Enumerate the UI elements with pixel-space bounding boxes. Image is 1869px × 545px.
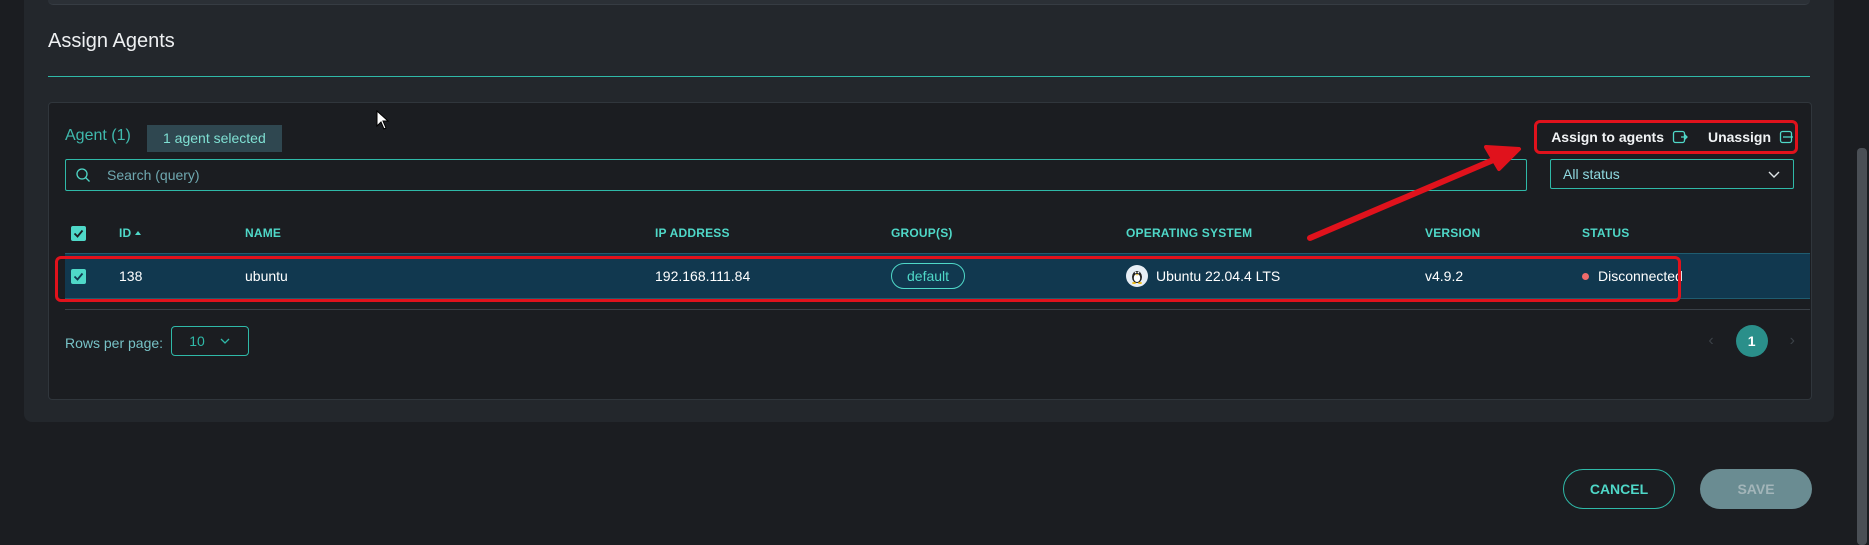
section-title: Assign Agents [48,30,175,52]
rows-per-page-value: 10 [189,333,205,349]
previous-section-edge [48,0,1810,5]
annotation-box-actions [1534,120,1798,154]
check-icon [73,229,84,238]
chevron-down-icon [1768,171,1780,178]
next-page-icon[interactable]: › [1790,332,1795,350]
rows-per-page-select[interactable]: 10 [171,326,249,356]
page-button-current[interactable]: 1 [1735,325,1768,357]
search-field[interactable] [65,159,1527,191]
table-header-row: ID NAME IP ADDRESS GROUP(S) OPERATING SY… [65,213,1810,253]
pagination: ‹ 1 › [1708,325,1795,357]
column-header-status[interactable]: STATUS [1582,213,1629,253]
save-button[interactable]: SAVE [1700,469,1812,509]
column-header-os[interactable]: OPERATING SYSTEM [1126,213,1252,253]
table-bottom-divider [65,309,1810,310]
column-header-ip[interactable]: IP ADDRESS [655,213,730,253]
sort-ascending-icon [135,231,142,235]
select-all-cell [71,213,86,253]
agent-count-tab[interactable]: Agent (1) [65,127,131,145]
status-filter-value: All status [1563,166,1620,182]
select-all-checkbox[interactable] [71,225,86,241]
mouse-cursor-icon [376,110,390,130]
status-filter-select[interactable]: All status [1550,159,1794,189]
column-header-groups[interactable]: GROUP(S) [891,213,953,253]
page-scrollbar[interactable] [1857,148,1867,545]
cancel-button[interactable]: CANCEL [1563,469,1675,509]
column-header-version[interactable]: VERSION [1425,213,1480,253]
column-header-id[interactable]: ID [119,213,142,253]
search-input[interactable] [105,166,1489,184]
search-icon [76,168,90,182]
previous-page-icon[interactable]: ‹ [1708,332,1713,350]
selected-agents-badge: 1 agent selected [147,125,282,152]
title-divider [48,76,1810,77]
rows-per-page-label: Rows per page: [65,335,164,351]
chevron-down-icon [220,338,230,344]
id-header-label: ID [119,226,132,240]
annotation-box-row [55,256,1681,302]
column-header-name[interactable]: NAME [245,213,281,253]
